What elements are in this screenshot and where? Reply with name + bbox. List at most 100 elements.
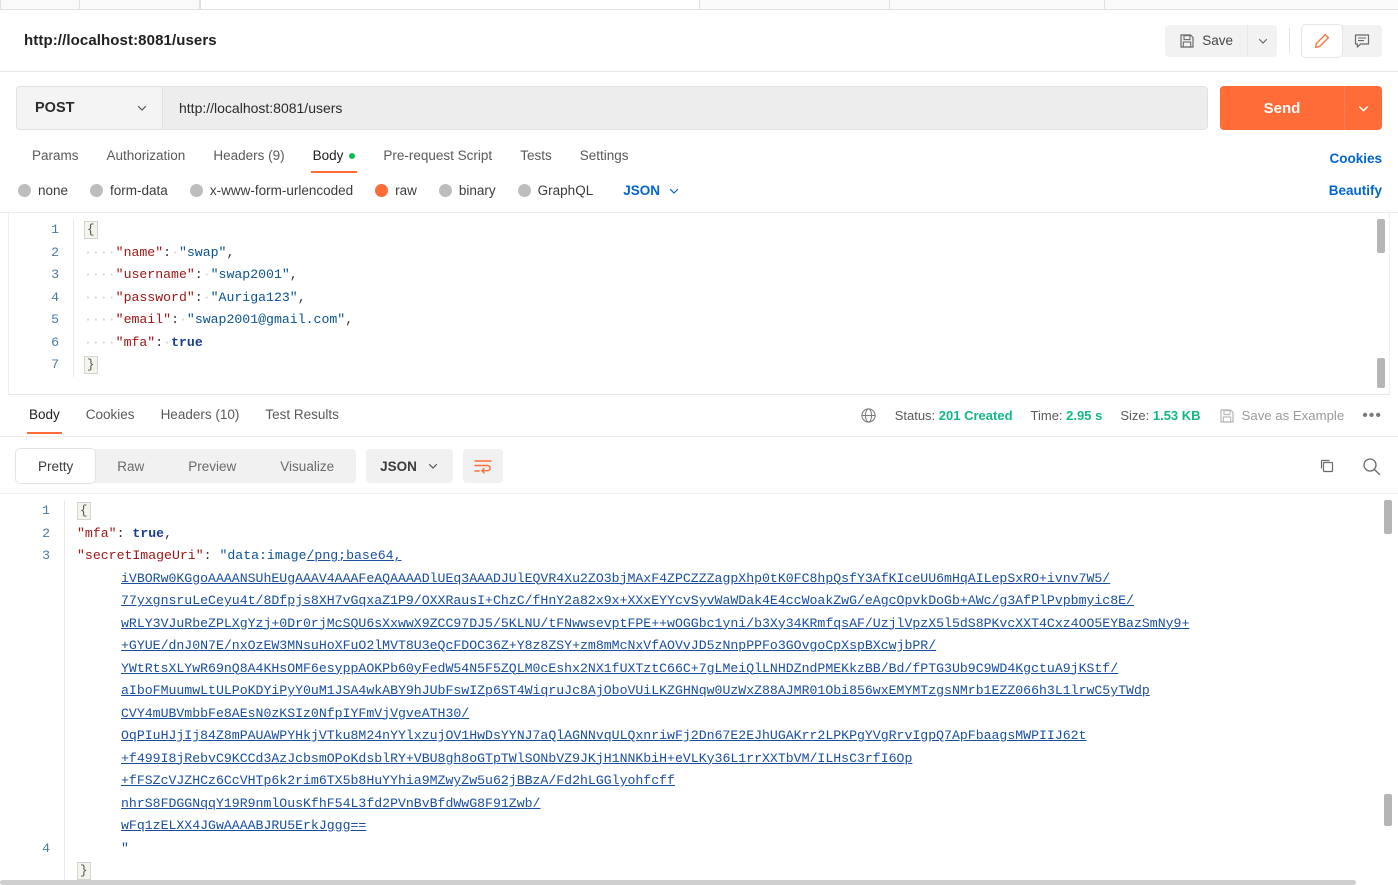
word-wrap-button[interactable] <box>462 449 503 483</box>
send-options-button[interactable] <box>1344 86 1382 130</box>
response-horizontal-scrollbar[interactable] <box>0 880 1398 885</box>
request-body-editor[interactable]: 1 2 3 4 5 6 7 { ····"name":·"swap", ····… <box>8 213 1390 395</box>
tab-headers[interactable]: Headers (9) <box>199 144 298 173</box>
body-mode-raw[interactable]: raw <box>375 183 417 198</box>
tab-slot[interactable] <box>0 0 80 9</box>
response-meta: Status: 201 Created Time: 2.95 s Size: 1… <box>860 407 1382 424</box>
indent-dots: ···· <box>84 289 116 305</box>
tab-label: Body <box>312 148 344 163</box>
radio-icon <box>90 184 104 197</box>
colon: : <box>155 334 164 350</box>
code-line: } <box>84 354 1389 377</box>
response-tab-test-results[interactable]: Test Results <box>252 397 352 434</box>
save-options-button[interactable] <box>1247 24 1277 57</box>
tab-slot[interactable] <box>890 0 1105 9</box>
comment-button[interactable] <box>1342 25 1382 57</box>
response-tab-cookies[interactable]: Cookies <box>73 397 148 434</box>
line-number: 6 <box>51 334 59 350</box>
response-format-select[interactable]: JSON <box>366 449 453 483</box>
base64-link[interactable]: CVY4mUBVmbbFe8AEsN0zKSIz0NfpIYFmVjVgveAT… <box>121 706 469 721</box>
tab-params[interactable]: Params <box>18 144 93 173</box>
response-tab-body[interactable]: Body <box>16 397 73 434</box>
response-toolbar-right <box>1317 456 1382 477</box>
cookies-link[interactable]: Cookies <box>1329 151 1382 166</box>
code-line: ····"password":·"Auriga123", <box>84 287 1389 310</box>
view-raw[interactable]: Raw <box>95 449 166 483</box>
colon: : <box>194 267 203 282</box>
url-input[interactable] <box>163 87 1207 129</box>
status-value: 201 Created <box>938 408 1013 423</box>
response-scrollbar[interactable] <box>1384 500 1392 534</box>
base64-link[interactable]: wRLY3VJuRbeZPLXgYzj+0Dr0rjMcSQU6sXxwwX9Z… <box>121 616 1189 631</box>
view-visualize[interactable]: Visualize <box>258 449 356 483</box>
http-method-select[interactable]: POST <box>17 87 163 129</box>
radio-icon <box>438 184 452 197</box>
view-preview[interactable]: Preview <box>166 449 258 483</box>
space-dot: · <box>202 289 211 305</box>
tab-pre-request-script[interactable]: Pre-request Script <box>369 144 506 173</box>
json-value: "swap2001@gmail.com" <box>186 312 346 327</box>
base64-link[interactable]: wFq1zELXX4JGwAAAABJRU5ErkJggg== <box>121 818 366 833</box>
body-format-label: JSON <box>623 183 660 198</box>
time-label: Time: <box>1030 408 1063 423</box>
json-key: "email" <box>115 312 172 327</box>
chevron-down-icon <box>427 460 439 472</box>
request-editor-scrollbar-lower[interactable] <box>1377 358 1385 388</box>
code-line: "mfa": true, <box>77 523 1368 546</box>
save-as-example-button[interactable]: Save as Example <box>1219 408 1344 424</box>
response-scrollbar-lower[interactable] <box>1384 794 1392 826</box>
response-body-viewer[interactable]: 1 2 3 4 { "mfa": true, "secretImageUri":… <box>0 493 1398 885</box>
base64-link[interactable]: YWtRtsXLYwR69nQ8A4KHsOMF6esyppAOKPb60yFe… <box>121 661 1118 676</box>
json-value: true <box>132 525 165 541</box>
base64-link[interactable]: nhrS8FDGGNqqY19R9nmlOusKfhF54L3fd2PVnBvB… <box>121 796 540 811</box>
body-mode-graphql[interactable]: GraphQL <box>517 183 594 198</box>
tab-label: Settings <box>579 148 629 163</box>
copy-icon[interactable] <box>1317 456 1337 476</box>
base64-link[interactable]: +fFSZcVJZHCz6CcVHTp6k2rim6TX5b8HuYYhia9M… <box>121 773 675 788</box>
data-uri-link[interactable]: /png;base64, <box>307 548 402 563</box>
save-button[interactable]: Save <box>1165 24 1247 57</box>
tab-label: Authorization <box>106 148 186 163</box>
body-modified-dot-icon <box>349 152 356 159</box>
tab-settings[interactable]: Settings <box>566 144 643 173</box>
comment-icon <box>1353 32 1371 50</box>
base64-link[interactable]: 77yxgnsruLeCeyu4t/8Dfpjs8XH7vGqxaZ1P9/OX… <box>121 593 1134 608</box>
base64-link[interactable]: iVBORw0KGgoAAAANSUhEUgAAAV4AAAFeAQAAAADl… <box>121 571 1110 586</box>
search-icon[interactable] <box>1361 456 1382 477</box>
body-mode-binary[interactable]: binary <box>438 183 496 198</box>
request-gutter: 1 2 3 4 5 6 7 <box>9 219 73 377</box>
base64-link[interactable]: OqPIuHJjIj84Z8mPAUAWPYHkjVTku8M24nYYlxzu… <box>121 728 1086 743</box>
tab-slot-active[interactable] <box>200 0 700 9</box>
body-format-select[interactable]: JSON <box>623 183 680 198</box>
tab-slot[interactable] <box>80 0 200 9</box>
tab-authorization[interactable]: Authorization <box>93 144 200 173</box>
http-method-label: POST <box>35 100 75 116</box>
base64-link[interactable]: +f499I8jRebvC9KCCd3AzJcbsmOPoKdsblRY+VBU… <box>121 751 912 766</box>
base64-link[interactable]: aIboFMuumwLtULPoKDYiPyY0uM1JSA4wkABY9hJU… <box>121 683 1150 698</box>
comma: , <box>297 289 306 305</box>
body-mode-none[interactable]: none <box>18 183 68 198</box>
tab-strip <box>0 0 1398 10</box>
ellipsis-icon[interactable]: ••• <box>1362 407 1382 423</box>
tab-slot[interactable] <box>700 0 890 9</box>
indent-dots: ···· <box>84 267 116 282</box>
postman-app: http://localhost:8081/users Save POST ht… <box>0 0 1398 885</box>
response-tab-headers[interactable]: Headers (10) <box>148 397 253 434</box>
edit-button[interactable] <box>1302 24 1342 57</box>
indent-dots: ···· <box>84 334 116 350</box>
tab-body[interactable]: Body <box>299 144 370 173</box>
response-toolbar: Pretty Raw Preview Visualize JSON <box>0 437 1398 493</box>
beautify-link[interactable]: Beautify <box>1329 183 1382 198</box>
send-button[interactable]: Send <box>1220 86 1344 130</box>
request-editor-scrollbar[interactable] <box>1377 219 1385 253</box>
body-mode-urlencoded[interactable]: x-www-form-urlencoded <box>189 183 353 198</box>
view-pretty[interactable]: Pretty <box>16 449 96 483</box>
colon: : <box>194 289 203 305</box>
code-line: "secretImageUri": "data:image/png;base64… <box>77 545 1368 568</box>
base64-link[interactable]: +GYUE/dnJ0N7E/nxOzEW3MNsuHoXFuO2lMVT8U3e… <box>121 638 936 653</box>
body-mode-form-data[interactable]: form-data <box>90 183 168 198</box>
size-badge: Size: 1.53 KB <box>1120 408 1200 423</box>
body-mode-label: GraphQL <box>537 183 594 198</box>
tab-tests[interactable]: Tests <box>506 144 566 173</box>
tab-label: Test Results <box>265 407 339 422</box>
